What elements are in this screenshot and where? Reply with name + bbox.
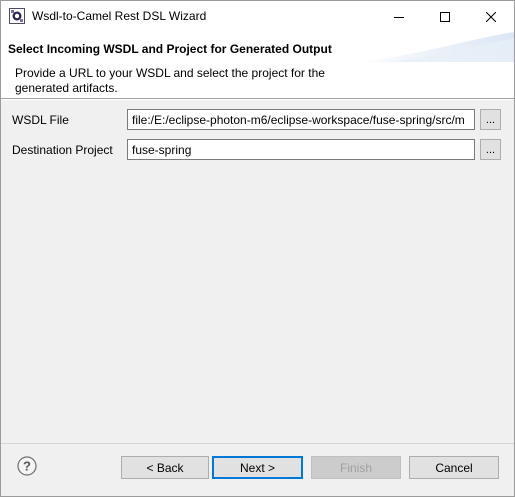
page-description: Provide a URL to your WSDL and select th… [15,66,325,95]
close-button[interactable] [468,1,514,32]
header-banner-graphic [344,32,514,62]
cancel-button[interactable]: Cancel [409,456,499,479]
destination-project-label: Destination Project [12,143,113,157]
wsdl-file-input[interactable] [127,109,475,130]
back-button[interactable]: < Back [121,456,209,479]
wizard-header: Select Incoming WSDL and Project for Gen… [1,32,514,98]
minimize-button[interactable] [376,1,422,32]
maximize-icon [440,11,450,22]
help-icon[interactable]: ? [17,456,37,476]
close-icon [486,11,496,22]
title-bar[interactable]: Wsdl-to-Camel Rest DSL Wizard [1,1,514,32]
help-glyph: ? [23,459,31,474]
page-title: Select Incoming WSDL and Project for Gen… [8,42,332,56]
wsdl-file-label: WSDL File [12,113,69,127]
destination-project-input[interactable] [127,139,475,160]
window-title: Wsdl-to-Camel Rest DSL Wizard [32,9,207,23]
finish-button[interactable]: Finish [311,456,401,479]
header-divider-highlight [1,99,514,100]
minimize-icon [394,16,404,18]
footer-divider [1,443,514,444]
eclipse-wizard-icon [9,8,25,24]
wsdl-browse-button[interactable]: ... [480,109,501,130]
destination-browse-button[interactable]: ... [480,139,501,160]
wizard-dialog: Wsdl-to-Camel Rest DSL Wizard Select Inc… [0,0,515,497]
maximize-button[interactable] [422,1,468,32]
next-button[interactable]: Next > [212,456,303,479]
